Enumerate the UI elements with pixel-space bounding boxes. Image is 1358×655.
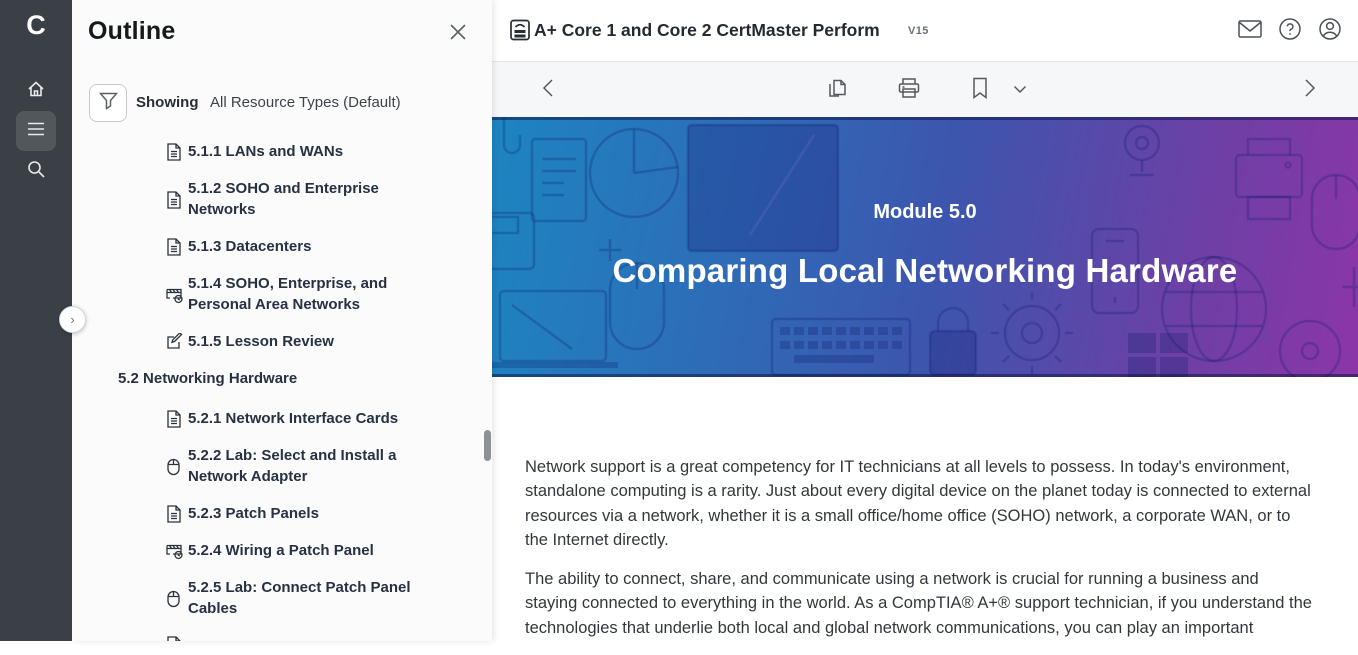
comptia-logo: C [0, 10, 72, 41]
course-version: V15 [908, 25, 929, 37]
outline-item[interactable]: 5.2.4 Wiring a Patch Panel [166, 540, 476, 561]
messages-button[interactable] [1237, 18, 1263, 44]
sidebar-item-search[interactable] [16, 151, 56, 191]
copy-icon [826, 76, 848, 105]
mail-icon [1238, 19, 1262, 44]
account-icon [1318, 17, 1342, 46]
outline-item[interactable]: 5.1.4 SOHO, Enterprise, and Personal Are… [166, 273, 476, 315]
search-icon [26, 159, 46, 184]
module-number: Module 5.0 [492, 201, 1358, 224]
print-button[interactable] [895, 76, 923, 104]
outline-item[interactable]: 5.1.3 Datacenters [166, 236, 476, 257]
close-outline-button[interactable] [444, 20, 472, 48]
outline-section-header[interactable]: 5.2 Networking Hardware [118, 370, 297, 387]
app-header: A+ Core 1 and Core 2 CertMaster Perform … [492, 0, 1358, 62]
panel-expand-button[interactable]: › [59, 306, 86, 333]
outline-scrollbar-thumb[interactable] [484, 430, 491, 461]
outline-item[interactable]: 5.2.3 Patch Panels [166, 503, 476, 524]
sidebar-item-contents[interactable] [16, 111, 56, 151]
paragraph: Network support is a great competency fo… [525, 455, 1315, 552]
video-icon [166, 286, 184, 304]
ebook-icon [508, 18, 532, 47]
copy-button[interactable] [823, 76, 851, 104]
chevron-right-icon [1304, 78, 1316, 103]
outline-title: Outline [88, 17, 176, 46]
home-icon [26, 79, 46, 104]
hero-tech-pattern [492, 117, 1358, 377]
document-icon [166, 238, 184, 256]
reader-toolbar [492, 62, 1358, 117]
outline-item[interactable]: 5.1.1 LANs and WANs [166, 141, 476, 162]
course-title: A+ Core 1 and Core 2 CertMaster Perform [534, 20, 880, 41]
help-button[interactable] [1277, 18, 1303, 44]
document-icon [166, 636, 184, 641]
document-icon [166, 410, 184, 428]
lab-mouse-icon [166, 590, 184, 608]
close-icon [449, 23, 467, 46]
lesson-content: Network support is a great competency fo… [525, 455, 1315, 655]
module-hero-banner: Module 5.0 Comparing Local Networking Ha… [492, 117, 1358, 377]
document-icon [166, 505, 184, 523]
filter-value[interactable]: All Resource Types (Default) [210, 94, 401, 111]
document-icon [166, 191, 184, 209]
module-title: Comparing Local Networking Hardware [492, 252, 1358, 290]
print-icon [897, 76, 921, 105]
outline-item[interactable]: 5.2.1 Network Interface Cards [166, 408, 476, 429]
filter-icon [99, 92, 118, 115]
outline-panel: Outline Showing All Resource Types (Defa… [72, 0, 492, 641]
lab-mouse-icon [166, 458, 184, 476]
menu-icon [27, 122, 45, 141]
outline-item[interactable]: 5.2.5 Lab: Connect Patch Panel Cables [166, 577, 476, 619]
account-button[interactable] [1317, 18, 1343, 44]
chevron-down-icon [1013, 81, 1027, 99]
outline-item[interactable]: 5.1.2 SOHO and Enterprise Networks [166, 178, 476, 220]
bookmark-icon [971, 77, 989, 104]
help-icon [1278, 17, 1302, 46]
video-icon [166, 542, 184, 560]
chevron-left-icon [542, 78, 554, 103]
outline-item[interactable]: 5.1.5 Lesson Review [166, 331, 476, 352]
bookmark-button[interactable] [966, 76, 994, 104]
document-icon [166, 143, 184, 161]
outline-item[interactable]: 5.2.2 Lab: Select and Install a Network … [166, 445, 476, 487]
paragraph: The ability to connect, share, and commu… [525, 567, 1315, 640]
previous-page-button[interactable] [534, 76, 562, 104]
sidebar-item-home[interactable] [16, 71, 56, 111]
bookmark-menu-button[interactable] [1006, 76, 1034, 104]
filter-button[interactable] [89, 84, 127, 122]
edit-icon [166, 333, 184, 351]
next-page-button[interactable] [1296, 76, 1324, 104]
filter-showing-label: Showing [136, 94, 199, 111]
chevron-right-icon: › [70, 312, 74, 327]
main-area: A+ Core 1 and Core 2 CertMaster Perform … [492, 0, 1358, 641]
